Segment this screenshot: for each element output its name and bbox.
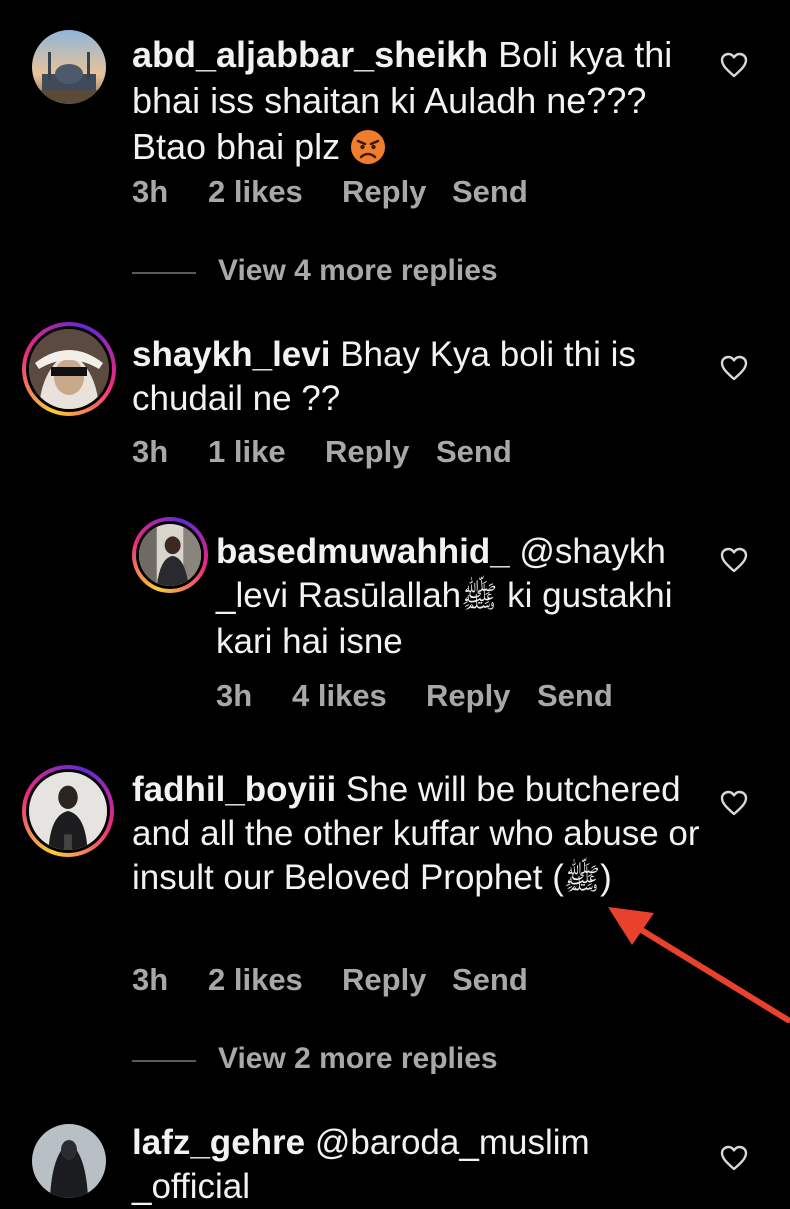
avatar-person-image: [29, 329, 109, 409]
comment-text: shaykh_levi Bhay Kya boli thi is chudail…: [132, 333, 692, 421]
avatar[interactable]: [32, 30, 106, 104]
avatar[interactable]: [32, 1124, 106, 1198]
heart-outline-icon[interactable]: [720, 547, 748, 573]
comment-text: abd_aljabbar_sheikh Boli kya thi bhai is…: [132, 32, 692, 170]
salawat-glyph: ﷺ: [461, 580, 498, 615]
avatar[interactable]: [132, 517, 208, 593]
heart-outline-icon[interactable]: [720, 52, 748, 78]
angry-face-emoji: [351, 130, 386, 164]
username[interactable]: fadhil_boyiii: [132, 770, 336, 809]
likes-count[interactable]: 2 likes: [208, 962, 303, 998]
view-more-replies[interactable]: View 4 more replies: [132, 254, 498, 288]
send-button[interactable]: Send: [452, 962, 528, 998]
avatar-mosque-image: [32, 30, 106, 104]
send-button[interactable]: Send: [452, 174, 528, 210]
username[interactable]: lafz_gehre: [132, 1123, 305, 1162]
reply-button[interactable]: Reply: [342, 174, 426, 210]
send-button[interactable]: Send: [436, 434, 512, 470]
avatar[interactable]: [22, 765, 114, 857]
timestamp: 3h: [132, 434, 169, 469]
send-button[interactable]: Send: [537, 678, 613, 714]
view-more-label: View 2 more replies: [218, 1042, 498, 1075]
divider-line: [132, 1060, 196, 1062]
username[interactable]: shaykh_levi: [132, 335, 330, 374]
salawat-glyph: ﷺ: [563, 862, 601, 897]
likes-count[interactable]: 1 like: [208, 434, 286, 470]
timestamp: 3h: [132, 174, 169, 209]
heart-outline-icon[interactable]: [720, 790, 748, 816]
avatar-person-image: [29, 772, 107, 850]
comment-body: Rasūlallah: [287, 576, 462, 615]
red-arrow-annotation: [608, 907, 790, 1023]
timestamp: 3h: [216, 678, 253, 713]
heart-outline-icon[interactable]: [720, 1145, 748, 1171]
timestamp: 3h: [132, 962, 169, 997]
reply-button[interactable]: Reply: [342, 962, 426, 998]
likes-count[interactable]: 4 likes: [292, 678, 387, 714]
heart-outline-icon[interactable]: [720, 355, 748, 381]
reply-button[interactable]: Reply: [325, 434, 409, 470]
comment-body-cont: ): [600, 858, 612, 897]
comment-text: basedmuwahhid_ @shaykh _levi Rasūlallahﷺ…: [216, 530, 686, 664]
likes-count[interactable]: 2 likes: [208, 174, 303, 210]
comment-text: lafz_gehre @baroda_muslim _official: [132, 1121, 692, 1209]
comment-text: fadhil_boyiii She will be butchered and …: [132, 768, 702, 902]
view-more-replies[interactable]: View 2 more replies: [132, 1042, 498, 1076]
view-more-label: View 4 more replies: [218, 254, 498, 287]
avatar-person-image: [139, 524, 201, 586]
username[interactable]: basedmuwahhid_: [216, 532, 510, 571]
reply-button[interactable]: Reply: [426, 678, 510, 714]
avatar-figure-image: [32, 1124, 106, 1198]
username[interactable]: abd_aljabbar_sheikh: [132, 34, 488, 75]
avatar[interactable]: [22, 322, 116, 416]
divider-line: [132, 272, 196, 274]
